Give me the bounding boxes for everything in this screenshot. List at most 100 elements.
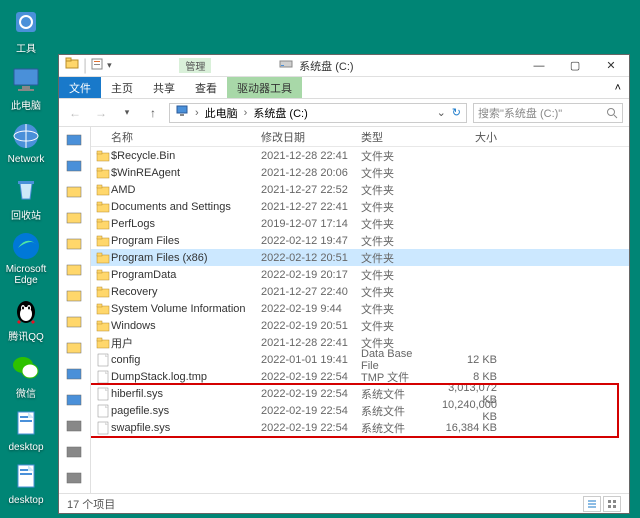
maximize-button[interactable]: ▢: [557, 55, 593, 76]
ribbon-collapse-icon[interactable]: ˄: [607, 77, 629, 98]
file-row[interactable]: Recovery2021-12-27 22:40文件夹: [91, 283, 629, 300]
desktop-icon-edge[interactable]: Microsoft Edge: [0, 230, 52, 286]
file-name: pagefile.sys: [111, 405, 261, 417]
nav-tree[interactable]: [59, 127, 91, 493]
file-row[interactable]: Program Files (x86)2022-02-12 20:51文件夹: [91, 249, 629, 266]
file-row[interactable]: $Recycle.Bin2021-12-28 22:41文件夹: [91, 147, 629, 164]
tab-home[interactable]: 主页: [101, 77, 143, 98]
col-date[interactable]: 修改日期: [261, 129, 361, 145]
file-row[interactable]: AMD2021-12-27 22:52文件夹: [91, 181, 629, 198]
file-type: 文件夹: [361, 148, 433, 164]
tree-item[interactable]: [66, 235, 84, 253]
file-row[interactable]: System Volume Information2022-02-19 9:44…: [91, 300, 629, 317]
file-name: AMD: [111, 184, 261, 196]
search-input[interactable]: 搜索"系统盘 (C:)": [473, 103, 623, 123]
file-row[interactable]: Documents and Settings2021-12-27 22:41文件…: [91, 198, 629, 215]
tree-item[interactable]: [66, 417, 84, 435]
file-row[interactable]: pagefile.sys2022-02-19 22:54系统文件10,240,0…: [91, 402, 629, 419]
file-name: Recovery: [111, 286, 261, 298]
divider: |: [83, 57, 87, 75]
file-row[interactable]: 用户2021-12-28 22:41文件夹: [91, 334, 629, 351]
tree-item[interactable]: [66, 365, 84, 383]
desktop-icon-pc[interactable]: 此电脑: [0, 63, 52, 112]
file-row[interactable]: Program Files2022-02-12 19:47文件夹: [91, 232, 629, 249]
search-icon: [606, 107, 618, 119]
file-row[interactable]: $WinREAgent2021-12-28 20:06文件夹: [91, 164, 629, 181]
desktop-icon-file[interactable]: desktop: [0, 408, 52, 453]
icons-view-icon[interactable]: [603, 496, 621, 512]
chevron-right-icon[interactable]: ›: [241, 107, 251, 119]
file-row[interactable]: ProgramData2022-02-19 20:17文件夹: [91, 266, 629, 283]
breadcrumb[interactable]: › 此电脑 › 系统盘 (C:) ⌄ ↻: [169, 103, 467, 123]
nav-recent-icon[interactable]: ▾: [117, 103, 137, 123]
file-name: hiberfil.sys: [111, 388, 261, 400]
tree-item[interactable]: [66, 157, 84, 175]
window-title: 系统盘 (C:): [293, 58, 353, 74]
search-placeholder: 搜索"系统盘 (C:)": [478, 105, 562, 121]
desktop-icon-label: desktop: [8, 495, 43, 506]
desktop-icon-qq[interactable]: 腾讯QQ: [0, 294, 52, 343]
tree-item[interactable]: [66, 313, 84, 331]
breadcrumb-item[interactable]: 此电脑: [202, 105, 241, 121]
desktop-icon-recycle[interactable]: 回收站: [0, 173, 52, 222]
file-date: 2021-12-27 22:52: [261, 184, 361, 196]
file-row[interactable]: Windows2022-02-19 20:51文件夹: [91, 317, 629, 334]
file-date: 2022-02-19 22:54: [261, 422, 361, 434]
nav-up-icon[interactable]: ↑: [143, 103, 163, 123]
file-size: 10,240,000 KB: [433, 399, 505, 423]
tree-item[interactable]: [66, 131, 84, 149]
desktop-icons: 工具此电脑 Network 回收站 Microsoft Edge 腾讯QQ 微信 deskt…: [0, 0, 52, 514]
file-row[interactable]: config2022-01-01 19:41Data Base File12 K…: [91, 351, 629, 368]
file-row[interactable]: DumpStack.log.tmp2022-02-19 22:54TMP 文件8…: [91, 368, 629, 385]
file-type: 文件夹: [361, 267, 433, 283]
nav-back-icon[interactable]: ←: [65, 103, 85, 123]
tree-item[interactable]: [66, 209, 84, 227]
col-name[interactable]: 名称: [111, 129, 261, 145]
column-headers[interactable]: 名称 修改日期 类型 大小: [91, 127, 629, 147]
breadcrumb-item[interactable]: 系统盘 (C:): [250, 105, 310, 121]
breadcrumb-dropdown-icon[interactable]: ⌄: [434, 106, 449, 119]
folder-icon: [95, 284, 111, 300]
tree-item[interactable]: [66, 183, 84, 201]
tree-item[interactable]: [66, 391, 84, 409]
folder-icon: [95, 216, 111, 232]
file-row[interactable]: hiberfil.sys2022-02-19 22:54系统文件3,013,07…: [91, 385, 629, 402]
desktop-icon-file[interactable]: desktop: [0, 461, 52, 506]
recycle-icon: [10, 173, 42, 205]
desktop-icon-wechat[interactable]: 微信: [0, 351, 52, 400]
folder-icon: [95, 250, 111, 266]
file-date: 2021-12-28 20:06: [261, 167, 361, 179]
file-row[interactable]: PerfLogs2019-12-07 17:14文件夹: [91, 215, 629, 232]
chevron-right-icon[interactable]: ›: [192, 107, 202, 119]
minimize-button[interactable]: —: [521, 55, 557, 76]
edge-icon: [10, 230, 42, 262]
desktop-icon-label: 微信: [16, 385, 36, 400]
tab-drive-tools[interactable]: 驱动器工具: [227, 77, 302, 98]
file-type: 系统文件: [361, 386, 433, 402]
file-type: 文件夹: [361, 250, 433, 266]
tab-file[interactable]: 文件: [59, 77, 101, 98]
close-button[interactable]: ✕: [593, 55, 629, 76]
props-icon[interactable]: [91, 57, 103, 75]
folder-icon: [95, 165, 111, 181]
folder-icon: [95, 182, 111, 198]
tree-item[interactable]: [66, 469, 84, 487]
tree-item[interactable]: [66, 287, 84, 305]
file-type: 文件夹: [361, 182, 433, 198]
file-name: swapfile.sys: [111, 422, 261, 434]
col-type[interactable]: 类型: [361, 129, 433, 145]
details-view-icon[interactable]: [583, 496, 601, 512]
file-date: 2022-02-19 22:54: [261, 405, 361, 417]
tab-share[interactable]: 共享: [143, 77, 185, 98]
col-size[interactable]: 大小: [433, 129, 505, 145]
file-row[interactable]: swapfile.sys2022-02-19 22:54系统文件16,384 K…: [91, 419, 629, 436]
tab-view[interactable]: 查看: [185, 77, 227, 98]
tree-item[interactable]: [66, 261, 84, 279]
tree-item[interactable]: [66, 339, 84, 357]
desktop-icon-network[interactable]: Network: [0, 120, 52, 165]
folder-icon: [95, 318, 111, 334]
nav-forward-icon[interactable]: →: [91, 103, 111, 123]
refresh-icon[interactable]: ↻: [449, 106, 464, 119]
desktop-icon-gear[interactable]: 工具: [0, 6, 52, 55]
tree-item[interactable]: [66, 443, 84, 461]
